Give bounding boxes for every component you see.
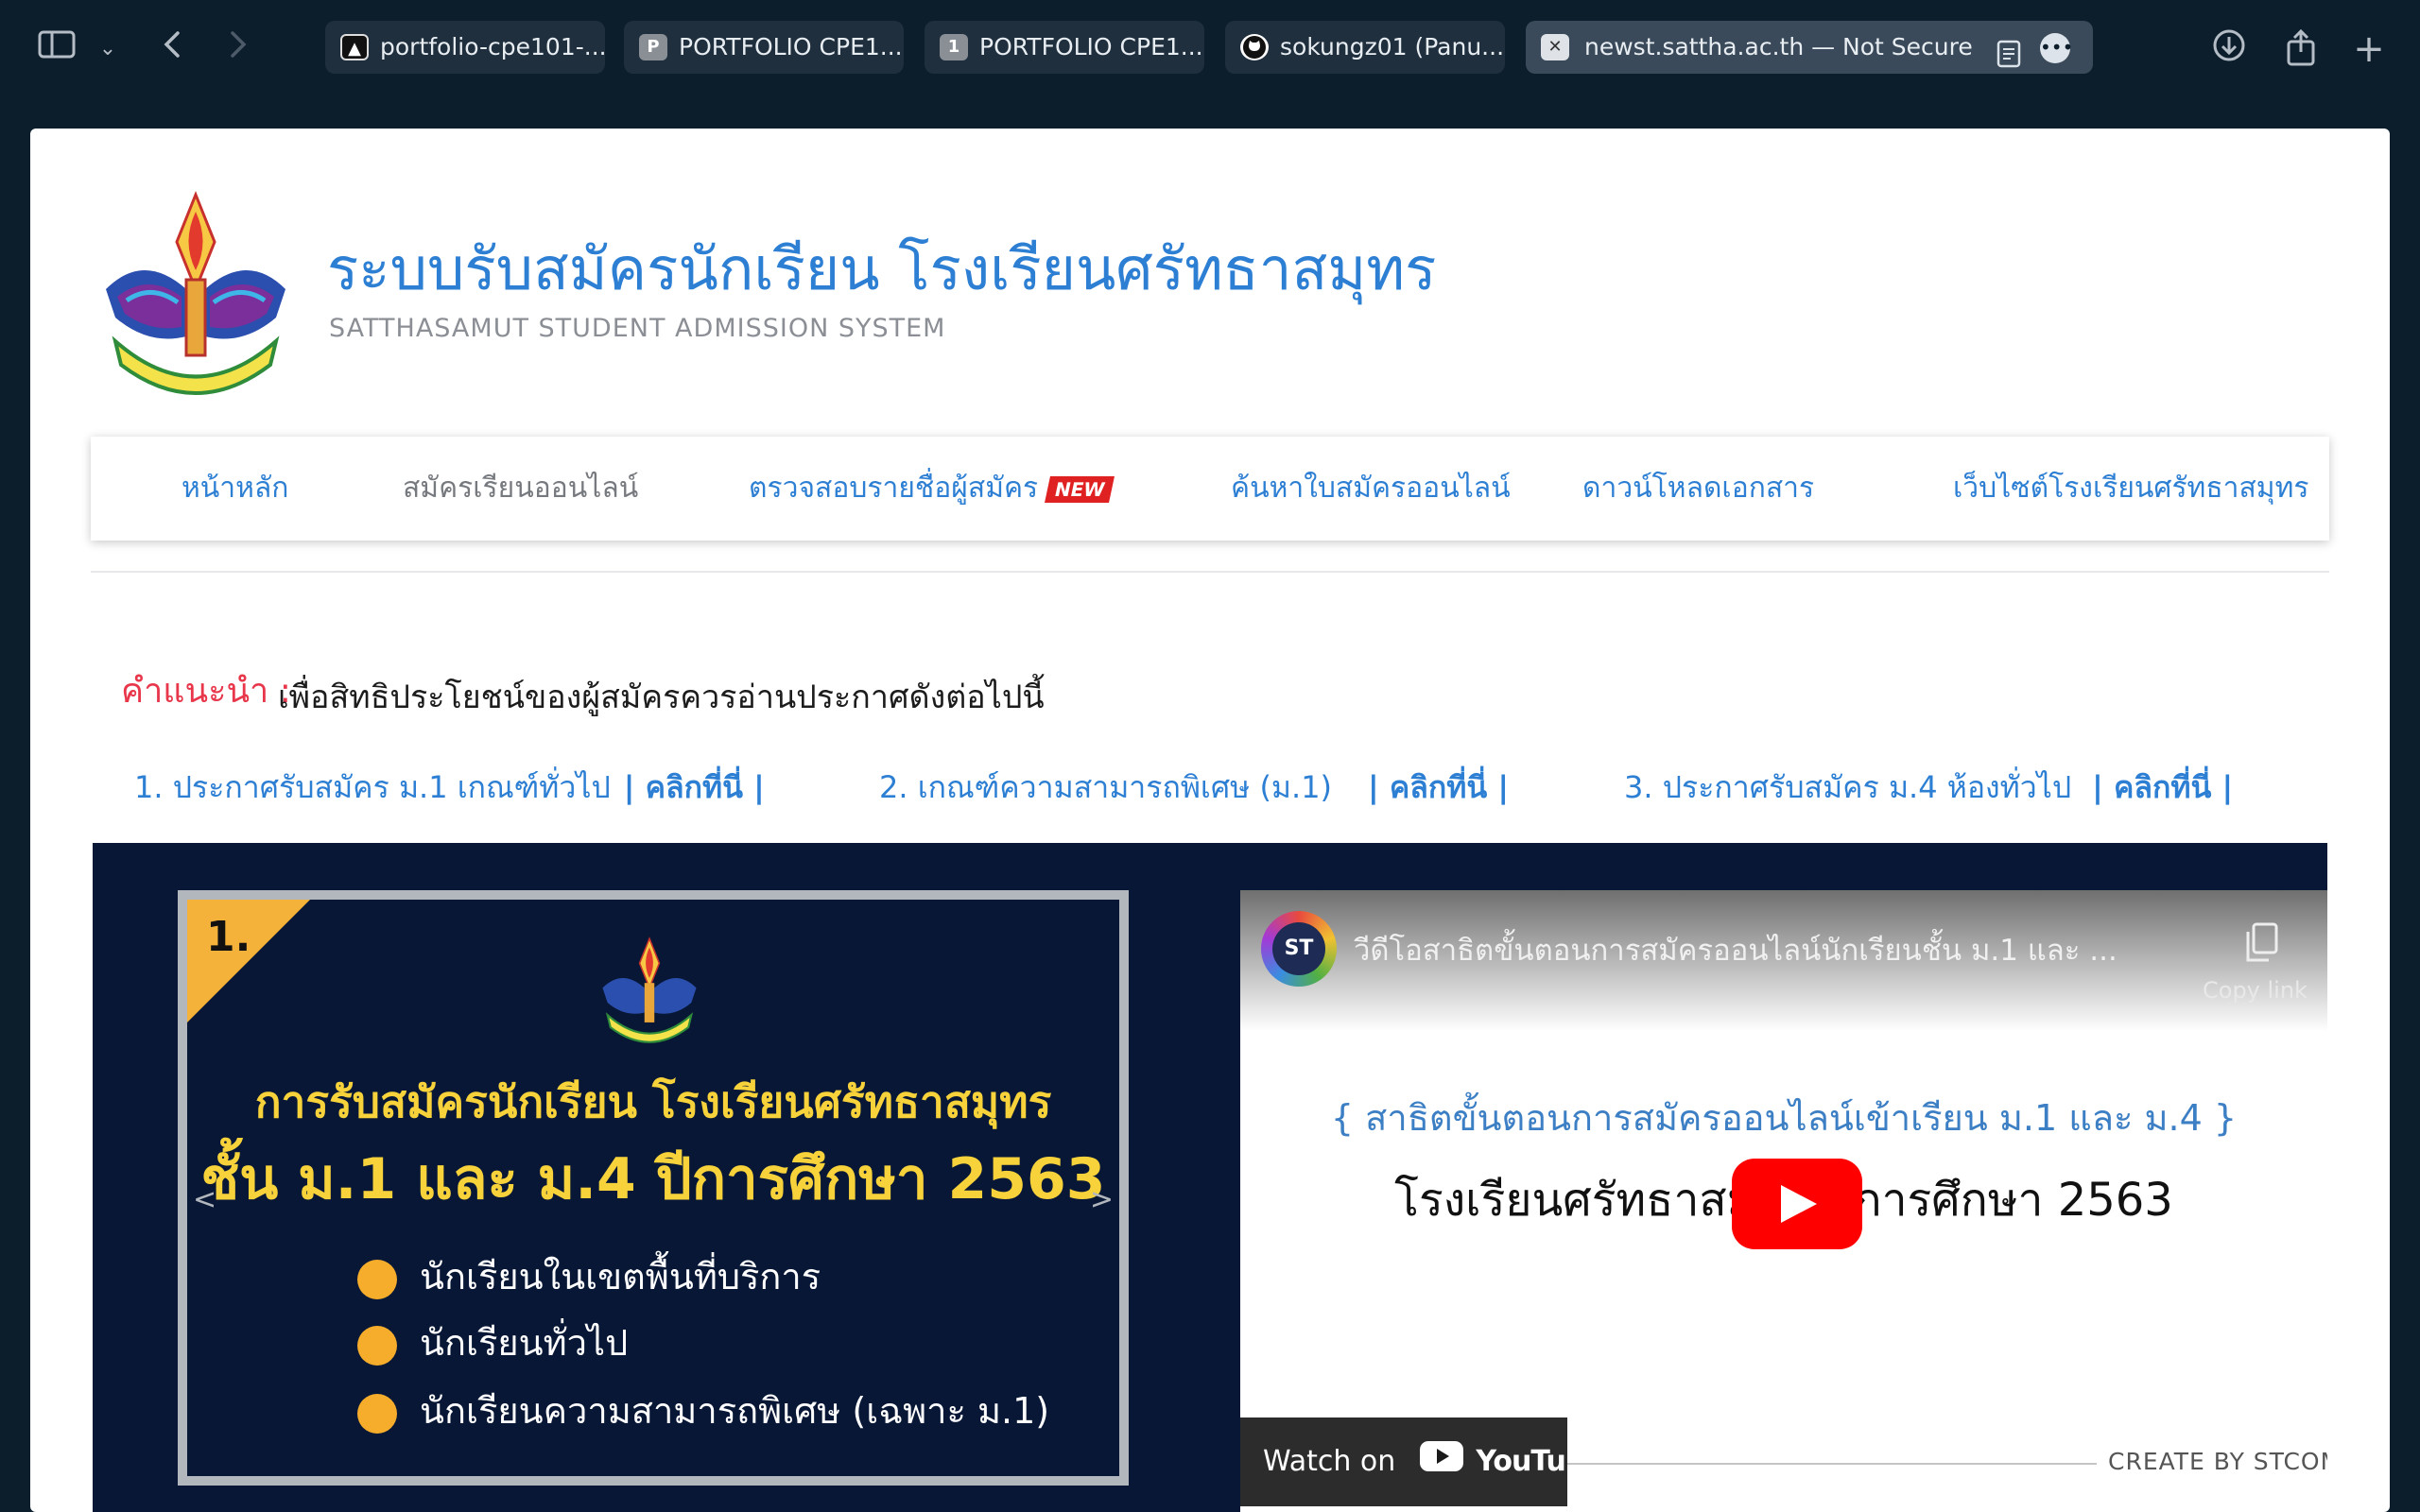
copy-link-icon[interactable] <box>2242 920 2280 964</box>
advice-text: เพื่อสิทธิประโยชน์ของผู้สมัครควรอ่านประก… <box>278 679 1045 716</box>
close-icon[interactable]: ✕ <box>1541 34 1569 60</box>
nav-check-applicants-label: ตรวจสอบรายชื่อผู้สมัคร <box>749 472 1039 505</box>
watch-on-youtube[interactable]: Watch on YouTube <box>1240 1418 1604 1507</box>
school-logo <box>96 185 295 403</box>
announcement-3-text: 3. ประกาศรับสมัคร ม.4 ห้องทั่วไป <box>1624 769 2072 805</box>
sidebar-toggle-icon[interactable] <box>36 28 78 70</box>
tab-label: newst.sattha.ac.th — Not Secure <box>1584 33 1973 60</box>
channel-initials: ST <box>1272 922 1325 975</box>
youtube-logo-icon <box>1419 1418 1463 1507</box>
nav-search-application[interactable]: ค้นหาใบสมัครออนไลน์ <box>1231 437 1511 541</box>
credit-rule <box>1567 1463 2097 1465</box>
page-subtitle: SATTHASAMUT STUDENT ADMISSION SYSTEM <box>329 314 946 343</box>
one-favicon-icon: 1 <box>940 34 968 60</box>
announcement-1-text: 1. ประกาศรับสมัคร ม.1 เกณฑ์ทั่วไป <box>134 769 611 805</box>
announcement-2: 2. เกณฑ์ความสามารถพิเศษ (ม.1) | คลิกที่นี… <box>879 764 1509 812</box>
web-page: ระบบรับสมัครนักเรียน โรงเรียนศรัทธาสมุทร… <box>30 129 2390 1512</box>
play-button[interactable] <box>1732 1159 1862 1249</box>
youtube-wordmark: YouTube <box>1476 1445 1603 1478</box>
nav-school-website-label: เว็บไซต์โรงเรียนศรัทธาสมุทร <box>1953 472 2309 505</box>
more-icon[interactable]: ••• <box>2040 33 2073 63</box>
download-icon[interactable] <box>2208 28 2250 70</box>
announcement-2-link[interactable]: | คลิกที่นี่ | <box>1368 769 1509 805</box>
youtube-embed[interactable]: { สาธิตขั้นตอนการสมัครออนไลน์เข้าเรียน ม… <box>1240 890 2327 1512</box>
play-icon <box>1781 1185 1817 1223</box>
p-favicon-icon: P <box>639 34 667 60</box>
tab-label: PORTFOLIO CPE1... <box>979 33 1203 60</box>
main-navigation: หน้าหลัก สมัครเรียนออนไลน์ ตรวจสอบรายชื่… <box>91 437 2329 541</box>
slide-logo <box>597 934 701 1047</box>
credit-text: CREATE BY STCOM <box>2108 1448 2327 1475</box>
announcement-1-link[interactable]: | คลิกที่นี่ | <box>624 769 765 805</box>
announcement-1: 1. ประกาศรับสมัคร ม.1 เกณฑ์ทั่วไป | คลิกท… <box>134 764 765 812</box>
nav-school-website[interactable]: เว็บไซต์โรงเรียนศรัทธาสมุทร <box>1953 437 2308 541</box>
video-title[interactable]: วีดีโอสาธิตขั้นตอนการสมัครออนไลน์นักเรีย… <box>1354 926 2118 973</box>
bullet-dot <box>357 1393 397 1434</box>
announcement-3-link[interactable]: | คลิกที่นี่ | <box>2092 769 2233 805</box>
slide-title-line1: การรับสมัครนักเรียน โรงเรียนศรัทธาสมุทร <box>254 1076 1052 1127</box>
slide-bullet-3: นักเรียนความสามารถพิเศษ (เฉพาะ ม.1) <box>357 1382 1049 1439</box>
tab-label: PORTFOLIO CPE1... <box>679 33 903 60</box>
forward-icon[interactable] <box>217 28 259 70</box>
slider-next-arrow[interactable]: > <box>1090 1183 1114 1216</box>
new-tab-icon[interactable]: + <box>2348 28 2390 70</box>
nav-apply-online[interactable]: สมัครเรียนออนไลน์ <box>403 437 638 541</box>
copy-link-label[interactable]: Copy link <box>2203 977 2308 1004</box>
announcement-2-text: 2. เกณฑ์ความสามารถพิเศษ (ม.1) <box>879 769 1333 805</box>
triangle-icon: ▲ <box>340 34 369 60</box>
nav-download-documents[interactable]: ดาวน์โหลดเอกสาร <box>1582 437 1814 541</box>
nav-apply-online-label: สมัครเรียนออนไลน์ <box>403 472 639 505</box>
nav-check-applicants[interactable]: ตรวจสอบรายชื่อผู้สมัคร NEW <box>749 437 1115 541</box>
bullet-dot <box>357 1325 397 1366</box>
slide-bullet-2-text: นักเรียนทั่วไป <box>420 1322 629 1364</box>
slide-bullet-1: นักเรียนในเขตพื้นที่บริการ <box>357 1247 821 1305</box>
tab-newst-sattha[interactable]: ✕ newst.sattha.ac.th — Not Secure ••• <box>1526 21 2093 74</box>
slide-number: 1. <box>206 913 251 961</box>
slider-prev-arrow[interactable]: < <box>193 1183 216 1216</box>
channel-avatar[interactable]: ST <box>1261 911 1337 987</box>
browser-toolbar: ⌄ ▲ portfolio-cpe101-... P PORTFOLIO CPE… <box>0 0 2420 98</box>
nav-search-application-label: ค้นหาใบสมัครออนไลน์ <box>1231 472 1511 505</box>
slide-bullet-2: นักเรียนทั่วไป <box>357 1314 628 1371</box>
watch-on-label: Watch on <box>1263 1445 1396 1478</box>
slide-bullet-1-text: นักเรียนในเขตพื้นที่บริการ <box>420 1256 821 1297</box>
tab-label: sokungz01 (Panu... <box>1280 33 1505 60</box>
back-icon[interactable] <box>151 28 193 70</box>
advice-label: คำแนะนำ : <box>121 672 291 711</box>
announcement-3: 3. ประกาศรับสมัคร ม.4 ห้องทั่วไป | คลิกที… <box>1624 764 2233 812</box>
image-slider[interactable]: 1. การรับสมัครนักเรียน โรงเรียนศรัทธาสมุ… <box>178 890 1129 1486</box>
nav-home[interactable]: หน้าหลัก <box>182 437 288 541</box>
bullet-dot <box>357 1259 397 1299</box>
tab-github-sokungz01[interactable]: sokungz01 (Panu... <box>1225 21 1505 74</box>
page-title: ระบบรับสมัครนักเรียน โรงเรียนศรัทธาสมุทร <box>327 234 1437 303</box>
nav-download-documents-label: ดาวน์โหลดเอกสาร <box>1582 472 1815 505</box>
share-icon[interactable] <box>2280 28 2322 70</box>
tab-label: portfolio-cpe101-... <box>380 33 605 60</box>
divider <box>91 571 2329 573</box>
slide-title-line2: ชั้น ม.1 และ ม.4 ปีการศึกษา 2563 <box>200 1146 1106 1212</box>
chevron-down-icon[interactable]: ⌄ <box>87 28 129 70</box>
showcase-section: 1. การรับสมัครนักเรียน โรงเรียนศรัทธาสมุ… <box>93 843 2327 1512</box>
tab-portfolio-cpe1-a[interactable]: P PORTFOLIO CPE1... <box>624 21 904 74</box>
tab-portfolio-cpe1-b[interactable]: 1 PORTFOLIO CPE1... <box>925 21 1204 74</box>
tab-portfolio-cpe101[interactable]: ▲ portfolio-cpe101-... <box>325 21 605 74</box>
video-caption-line1: { สาธิตขั้นตอนการสมัครออนไลน์เข้าเรียน ม… <box>1330 1097 2238 1139</box>
reader-icon[interactable] <box>1996 34 2023 68</box>
github-icon <box>1240 34 1269 60</box>
slide-bullet-3-text: นักเรียนความสามารถพิเศษ (เฉพาะ ม.1) <box>420 1390 1050 1432</box>
nav-home-label: หน้าหลัก <box>182 472 289 505</box>
new-badge: NEW <box>1045 475 1115 503</box>
